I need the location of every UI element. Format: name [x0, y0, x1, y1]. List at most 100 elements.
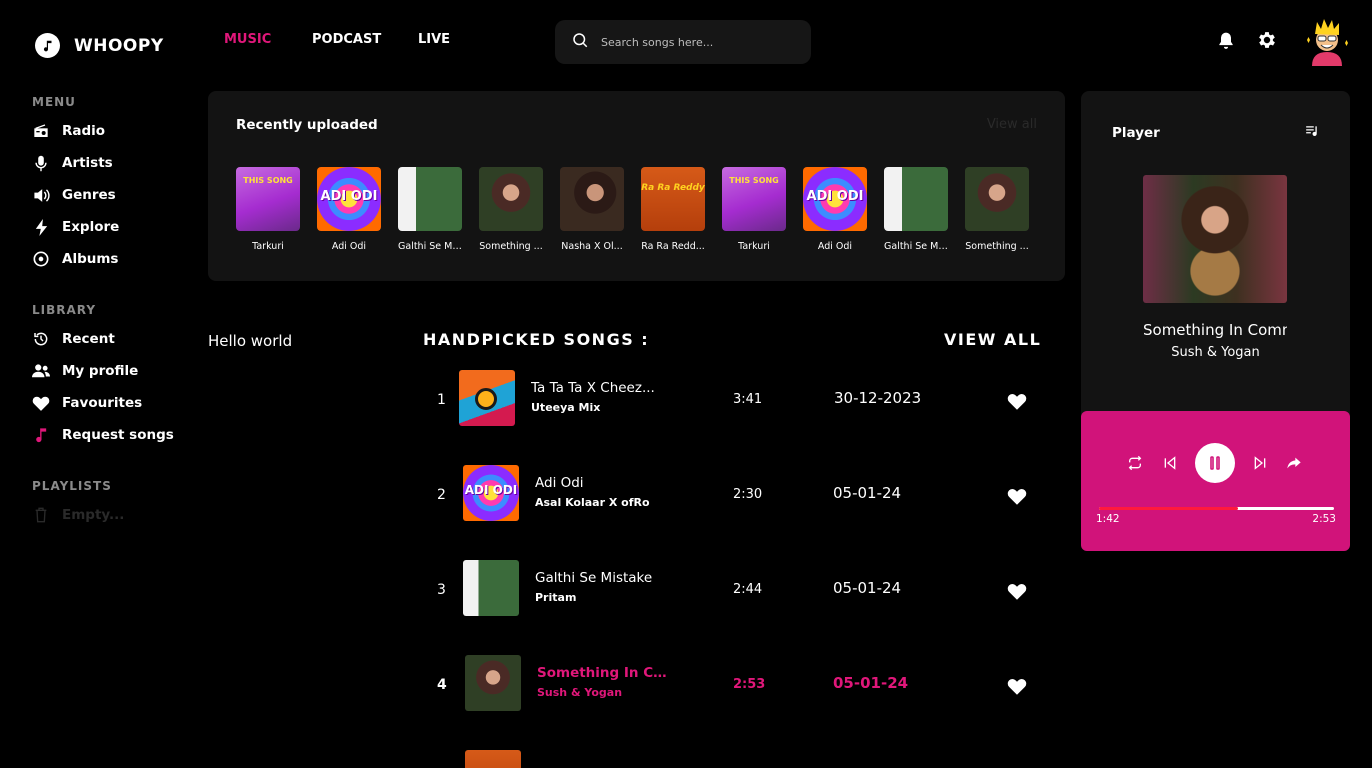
favorite-heart-icon[interactable] [1007, 487, 1027, 509]
favorite-heart-icon[interactable] [1007, 582, 1027, 604]
avatar[interactable] [1304, 16, 1350, 66]
sidebar-item-label: Albums [62, 251, 119, 267]
sidebar-item-label: My profile [62, 363, 139, 379]
repeat-icon[interactable] [1127, 455, 1143, 471]
bolt-icon [32, 218, 50, 236]
album-art: THIS SONG [236, 167, 300, 231]
next-icon[interactable] [1252, 455, 1268, 471]
gear-icon[interactable] [1256, 29, 1278, 55]
song-cover [465, 655, 521, 711]
sidebar-item-my-profile[interactable]: My profile [32, 362, 138, 380]
bell-icon[interactable] [1216, 30, 1236, 56]
sidebar-item-label: Recent [62, 331, 115, 347]
previous-icon[interactable] [1162, 455, 1178, 471]
recently-uploaded-panel: Recently uploaded View all THIS SONG Tar… [208, 91, 1065, 281]
song-number: 4 [437, 677, 447, 693]
song-artist: Sush & Yogan [537, 686, 623, 699]
song-duration: 3:41 [733, 392, 763, 407]
total-time: 2:53 [1312, 513, 1336, 525]
sidebar-item-radio[interactable]: Radio [32, 122, 105, 140]
tab-live[interactable]: LIVE [418, 32, 450, 47]
sidebar-item-label: Favourites [62, 395, 143, 411]
sidebar-item-favourites[interactable]: Favourites [32, 394, 142, 412]
song-duration: 2:30 [733, 487, 763, 502]
sidebar-menu-heading: MENU [32, 95, 76, 109]
album-art: ADI ODI [317, 167, 381, 231]
song-row[interactable] [423, 750, 1063, 768]
recent-item[interactable]: ADI ODI Adi Odi [803, 167, 867, 252]
disc-icon [32, 250, 50, 268]
current-time: 1:42 [1096, 513, 1120, 525]
radio-icon [32, 122, 50, 140]
sidebar-item-albums[interactable]: Albums [32, 250, 118, 268]
song-number: 3 [437, 582, 446, 598]
sidebar-item-label: Radio [62, 123, 106, 139]
recent-item[interactable]: Ra Ra Reddy Ra Ra Redd... [641, 167, 705, 252]
tab-podcast[interactable]: PODCAST [312, 32, 381, 47]
recently-uploaded-title: Recently uploaded [236, 117, 378, 133]
song-row[interactable]: 3 Galthi Se Mistake Pritam 2:44 05-01-24 [423, 560, 1063, 620]
song-number: 1 [437, 392, 446, 408]
album-art [479, 167, 543, 231]
recent-item[interactable]: ADI ODI Adi Odi [317, 167, 381, 252]
speaker-icon [32, 186, 50, 204]
now-playing-title: Something In Common [1143, 321, 1287, 339]
sidebar-item-genres[interactable]: Genres [32, 186, 116, 204]
brand-logo[interactable]: WHOOPY [35, 33, 164, 58]
view-all-link[interactable]: View all [987, 117, 1037, 132]
song-cover [465, 750, 521, 768]
queue-icon[interactable] [1305, 123, 1319, 142]
recent-item[interactable]: Nasha X Ol... [560, 167, 624, 252]
song-title: Something In Co... [537, 665, 672, 681]
sidebar-item-explore[interactable]: Explore [32, 218, 119, 236]
song-duration: 2:53 [733, 677, 766, 692]
share-icon[interactable] [1286, 455, 1302, 471]
recent-item[interactable]: Something ... [479, 167, 543, 252]
album-art [560, 167, 624, 231]
song-row-active[interactable]: 4 Something In Co... Sush & Yogan 2:53 0… [423, 655, 1063, 715]
music-note-icon [32, 426, 50, 444]
music-note-icon [35, 33, 60, 58]
progress-bar[interactable] [1099, 507, 1334, 510]
player-panel: Player Something In Common Sush & Yogan … [1081, 91, 1350, 551]
brand-name: WHOOPY [74, 35, 164, 56]
history-icon [32, 330, 50, 348]
recent-item[interactable]: THIS SONG Tarkuri [236, 167, 300, 252]
favorite-heart-icon[interactable] [1007, 392, 1027, 414]
handpicked-songs-title: HANDPICKED SONGS : [423, 330, 650, 349]
sidebar-item-label: Request songs [62, 427, 174, 443]
sidebar-playlists-heading: PLAYLISTS [32, 479, 112, 493]
song-number: 2 [437, 487, 446, 503]
song-duration: 2:44 [733, 582, 763, 597]
song-row[interactable]: 2 ADI ODI Adi Odi Asal Kolaar X ofRo 2:3… [423, 465, 1063, 525]
sidebar-item-recent[interactable]: Recent [32, 330, 115, 348]
trash-icon [32, 506, 50, 524]
song-artist: Uteeya Mix [531, 401, 601, 414]
sidebar-item-label: Genres [62, 187, 116, 203]
heart-icon [32, 394, 50, 412]
player-title: Player [1112, 125, 1160, 141]
tab-music[interactable]: MUSIC [224, 32, 271, 47]
recent-item[interactable]: THIS SONG Tarkuri [722, 167, 786, 252]
now-playing-art [1143, 175, 1287, 303]
song-cover [459, 370, 515, 426]
pause-button[interactable] [1195, 443, 1235, 483]
sidebar-item-label: Explore [62, 219, 120, 235]
progress-fill [1099, 507, 1238, 510]
favorite-heart-icon[interactable] [1007, 677, 1027, 699]
sidebar-item-artists[interactable]: Artists [32, 154, 113, 172]
recent-item[interactable]: Galthi Se Mi... [398, 167, 462, 252]
recent-thumbnails: THIS SONG Tarkuri ADI ODI Adi Odi Galthi… [236, 167, 1029, 252]
sidebar-item-request-songs[interactable]: Request songs [32, 426, 174, 444]
recent-item[interactable]: Something ... [965, 167, 1029, 252]
album-art: Ra Ra Reddy [641, 167, 705, 231]
album-art: ADI ODI [803, 167, 867, 231]
song-row[interactable]: 1 Ta Ta Ta X Cheez... Uteeya Mix 3:41 30… [423, 370, 1063, 430]
hello-text: Hello world [208, 332, 293, 350]
view-all-button[interactable]: VIEW ALL [944, 330, 1041, 349]
search-bar [555, 20, 811, 64]
search-icon[interactable] [571, 31, 589, 53]
album-art [398, 167, 462, 231]
search-input[interactable] [601, 35, 791, 49]
recent-item[interactable]: Galthi Se Mi... [884, 167, 948, 252]
